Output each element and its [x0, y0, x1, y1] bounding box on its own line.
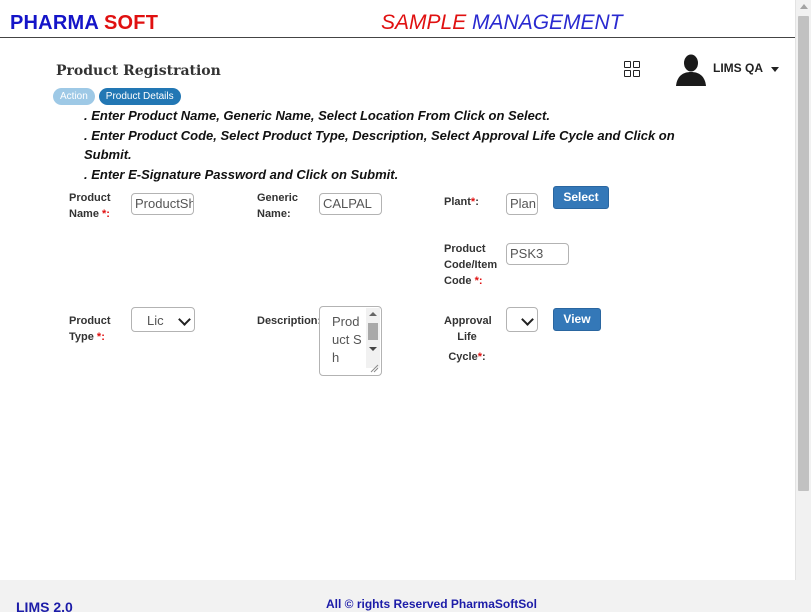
- breadcrumb-action[interactable]: Action: [53, 88, 95, 105]
- plant-label: Plant*:: [444, 196, 479, 208]
- description-text: Product Sh: [332, 314, 362, 365]
- grid-icon[interactable]: [624, 61, 641, 78]
- scrollbar-thumb[interactable]: [798, 16, 809, 491]
- page-scrollbar[interactable]: [795, 0, 811, 580]
- textarea-scroll-thumb[interactable]: [368, 323, 378, 340]
- brand-part-2: SOFT: [104, 12, 159, 34]
- scroll-up-arrow-icon[interactable]: [369, 312, 377, 316]
- app-header: PHARMA SOFT SAMPLE MANAGEMENT: [0, 0, 795, 38]
- product-name-input[interactable]: ProductSh: [131, 193, 194, 215]
- footer-version: LIMS 2.0: [16, 599, 73, 615]
- description-textarea[interactable]: Product Sh: [319, 306, 382, 376]
- page-footer: LIMS 2.0 All © rights Reserved PharmaSof…: [0, 580, 811, 615]
- generic-name-label: Generic Name:: [257, 192, 298, 220]
- plant-input[interactable]: Plan: [506, 193, 538, 215]
- view-approval-button[interactable]: View: [553, 308, 601, 331]
- instruction-line: . Enter Product Name, Generic Name, Sele…: [84, 108, 550, 123]
- chevron-down-icon: [521, 313, 534, 326]
- page-title: Product Registration: [56, 63, 221, 79]
- instruction-line: . Enter Product Code, Select Product Typ…: [84, 127, 675, 163]
- product-type-select[interactable]: Lic: [131, 307, 195, 332]
- brand-part-1: PHARMA: [10, 12, 99, 34]
- scroll-up-arrow-icon[interactable]: [800, 4, 808, 9]
- breadcrumb-product-details[interactable]: Product Details: [98, 88, 181, 105]
- textarea-scrollbar[interactable]: [366, 308, 380, 368]
- footer-copyright: All © rights Reserved PharmaSoftSol: [326, 597, 537, 611]
- breadcrumb: Action Product Details: [53, 88, 181, 105]
- scroll-down-arrow-icon[interactable]: [369, 347, 377, 351]
- user-silhouette-icon[interactable]: [674, 52, 708, 86]
- approval-life-cycle-label: Approval Life Cycle*:: [444, 315, 492, 363]
- product-type-selected: Lic: [147, 313, 164, 328]
- user-name[interactable]: LIMS QA: [713, 61, 763, 75]
- chevron-down-icon: [178, 313, 191, 326]
- resize-grip-icon[interactable]: [370, 364, 379, 373]
- product-name-label: Product Name *:: [69, 192, 111, 220]
- instructions: . Enter Product Name, Generic Name, Sele…: [84, 106, 694, 185]
- product-code-label: Product Code/Item Code *:: [444, 243, 498, 287]
- select-plant-button[interactable]: Select: [553, 186, 609, 209]
- module-title: SAMPLE MANAGEMENT: [381, 11, 623, 35]
- product-type-label: Product Type *:: [69, 315, 111, 343]
- product-code-input[interactable]: PSK3: [506, 243, 569, 265]
- module-title-part-1: SAMPLE: [381, 11, 467, 34]
- approval-life-cycle-select[interactable]: [506, 307, 538, 332]
- module-title-part-2: MANAGEMENT: [472, 11, 623, 34]
- description-label: Description:: [257, 315, 322, 327]
- user-menu-caret-icon[interactable]: [771, 67, 779, 72]
- brand-logo: PHARMA SOFT: [10, 12, 158, 35]
- instruction-line: . Enter E-Signature Password and Click o…: [84, 167, 399, 183]
- generic-name-input[interactable]: CALPAL: [319, 193, 382, 215]
